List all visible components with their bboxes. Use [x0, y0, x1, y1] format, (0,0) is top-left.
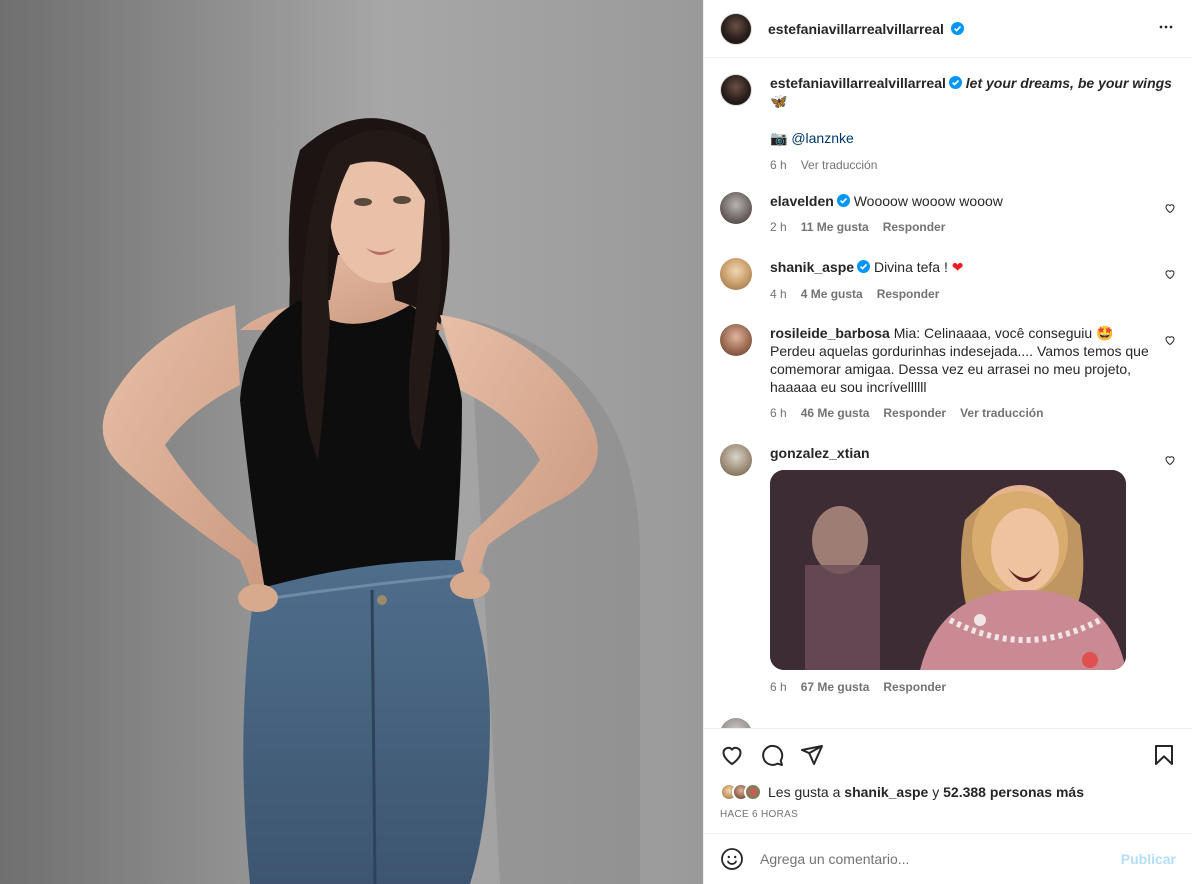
- bookmark-icon[interactable]: [1152, 743, 1176, 767]
- post-time-ago: HACE 6 HORAS: [720, 809, 799, 820]
- owner-avatar[interactable]: [720, 12, 752, 45]
- comment-row: gonzalez_xtian 6 h 67 Me gusta Responder: [720, 444, 1176, 696]
- liker-avatar: [744, 783, 762, 801]
- verified-badge-icon: [857, 260, 871, 273]
- comment-likes-count[interactable]: 11 Me gusta: [801, 218, 869, 236]
- caption-translate-button[interactable]: Ver traducción: [801, 156, 878, 174]
- comment-row: shanik_aspe Divina tefa ! ❤ 4 h 4 Me gus…: [720, 258, 1176, 303]
- add-comment-bar: Publicar: [704, 833, 1192, 884]
- post-image[interactable]: [0, 0, 703, 884]
- comment-body: elavelden Woooow wooow wooow 2 h 11 Me g…: [770, 192, 1176, 236]
- likes-prefix: Les gusta a: [768, 784, 841, 800]
- caption-username[interactable]: estefaniavillarrealvillarreal: [770, 75, 946, 91]
- comment-likes-count[interactable]: 67 Me gusta: [801, 678, 870, 696]
- caption-avatar[interactable]: [720, 74, 752, 106]
- comment-text: Divina tefa !: [873, 259, 948, 275]
- comment-likes-count[interactable]: 4 Me gusta: [801, 285, 863, 303]
- comment-reply-button[interactable]: Responder: [877, 285, 940, 303]
- verified-badge-icon: [948, 76, 962, 89]
- post-header: estefaniavillarrealvillarreal: [704, 0, 1192, 58]
- butterfly-emoji: 🦋: [770, 94, 788, 110]
- owner-username-text[interactable]: estefaniavillarrealvillarreal: [768, 21, 944, 37]
- comment-like-heart-icon[interactable]: [1164, 268, 1176, 280]
- publish-button[interactable]: Publicar: [1121, 851, 1176, 867]
- comments-list[interactable]: estefaniavillarrealvillarreal let your d…: [704, 58, 1192, 728]
- post-actions: Les gusta a shanik_aspe y 52.388 persona…: [704, 728, 1192, 834]
- post-photo-illustration: [0, 0, 703, 884]
- likes-text: Les gusta a shanik_aspe y 52.388 persona…: [768, 784, 1084, 800]
- comment-avatar[interactable]: [720, 324, 752, 356]
- caption-row: estefaniavillarrealvillarreal let your d…: [720, 74, 1176, 174]
- comment-bubble-icon[interactable]: [760, 743, 784, 767]
- comment-row: elavelden Woooow wooow wooow 2 h 11 Me g…: [720, 192, 1176, 236]
- comment-reply-button[interactable]: Responder: [883, 218, 946, 236]
- comment-row: rosileide_barbosa Mia: Celinaaaa, você c…: [720, 324, 1176, 422]
- comment-username[interactable]: rosileide_barbosa: [770, 325, 890, 341]
- comment-username[interactable]: shanik_aspe: [770, 259, 854, 275]
- camera-emoji: 📷: [770, 131, 788, 147]
- gif-illustration: [770, 470, 1126, 670]
- comment-like-heart-icon[interactable]: [1164, 334, 1176, 346]
- comment-body: rosileide_barbosa Mia: Celinaaaa, você c…: [770, 324, 1176, 422]
- comment-time: 2 h: [770, 220, 787, 234]
- comment-time: 6 h: [770, 406, 787, 420]
- verified-badge-icon: [950, 21, 964, 35]
- owner-username[interactable]: estefaniavillarrealvillarreal: [768, 21, 964, 37]
- photographer-mention-link[interactable]: @lanznke: [791, 130, 853, 146]
- likes-summary[interactable]: Les gusta a shanik_aspe y 52.388 persona…: [720, 783, 1176, 801]
- heart-icon[interactable]: [720, 743, 744, 767]
- comment-avatar[interactable]: [720, 718, 752, 728]
- comment-row-partial: [720, 718, 1176, 728]
- comment-likes-count[interactable]: 46 Me gusta: [801, 404, 870, 422]
- comment-text: Woooow wooow wooow: [853, 193, 1003, 209]
- post-side-panel: estefaniavillarrealvillarreal estefaniav…: [703, 0, 1192, 884]
- paper-plane-icon[interactable]: [800, 743, 824, 767]
- more-horizontal-icon: [1159, 25, 1173, 28]
- comment-reply-button[interactable]: Responder: [883, 678, 946, 696]
- likes-others-link[interactable]: 52.388 personas más: [943, 784, 1084, 800]
- comment-translate-button[interactable]: Ver traducción: [960, 404, 1043, 422]
- comment-time: 6 h: [770, 680, 787, 694]
- caption-text: let your dreams, be your wings: [965, 75, 1172, 91]
- likes-conj: y: [932, 784, 940, 800]
- red-heart-emoji: ❤: [951, 260, 964, 276]
- comment-time: 4 h: [770, 287, 787, 301]
- comment-reply-button[interactable]: Responder: [883, 404, 946, 422]
- verified-badge-icon: [836, 194, 850, 207]
- comment-like-heart-icon[interactable]: [1164, 202, 1176, 214]
- more-options-button[interactable]: [1156, 17, 1176, 41]
- comment-body: shanik_aspe Divina tefa ! ❤ 4 h 4 Me gus…: [770, 258, 1176, 303]
- comment-avatar[interactable]: [720, 192, 752, 224]
- caption-body: estefaniavillarrealvillarreal let your d…: [770, 74, 1176, 174]
- comment-avatar[interactable]: [720, 444, 752, 476]
- comment-like-heart-icon[interactable]: [1164, 454, 1176, 466]
- likes-user-link[interactable]: shanik_aspe: [844, 784, 928, 800]
- caption-time: 6 h: [770, 158, 787, 172]
- comment-username[interactable]: gonzalez_xtian: [770, 445, 870, 461]
- comment-avatar[interactable]: [720, 258, 752, 290]
- comment-body: gonzalez_xtian 6 h 67 Me gusta Responder: [770, 444, 1176, 696]
- comment-input[interactable]: [760, 851, 1121, 867]
- emoji-smile-icon[interactable]: [720, 847, 744, 871]
- comment-username[interactable]: elavelden: [770, 193, 834, 209]
- comment-gif[interactable]: [770, 470, 1126, 670]
